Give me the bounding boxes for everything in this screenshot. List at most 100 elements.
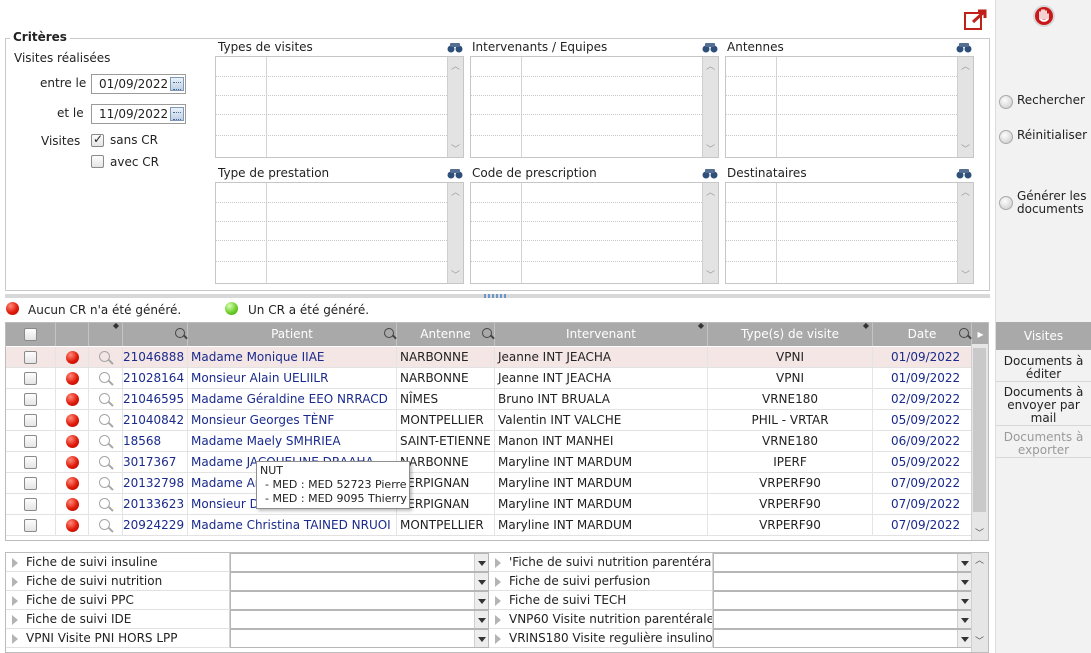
magnifier-icon[interactable] — [99, 351, 110, 362]
table-row[interactable]: 20132798Madame Anne PILLINIPERPIGNANMary… — [6, 473, 972, 494]
tab-documents-mail[interactable]: Documents à envoyer par mail — [996, 386, 1091, 426]
magnifier-icon[interactable] — [99, 477, 110, 488]
document-label[interactable]: Fiche de suivi TECH — [489, 591, 713, 610]
scroll-down-icon[interactable]: ﹀ — [975, 526, 984, 539]
row-checkbox[interactable] — [24, 351, 37, 364]
table-row[interactable]: 21040842 Monsieur Georges TÈNF MONTPELLIER… — [6, 410, 972, 431]
rechercher-button[interactable]: Rechercher — [1017, 94, 1085, 107]
date-header[interactable]: Date — [873, 323, 972, 346]
magnifier-icon[interactable] — [99, 456, 110, 467]
magnifier-icon[interactable] — [99, 435, 110, 446]
chevron-down-icon[interactable] — [474, 611, 488, 628]
expand-arrow-icon[interactable] — [12, 558, 18, 568]
chevron-down-icon[interactable] — [474, 592, 488, 609]
calendar-icon[interactable] — [170, 107, 184, 121]
magnifier-icon[interactable] — [99, 414, 110, 425]
row-checkbox[interactable] — [24, 414, 37, 427]
document-label[interactable]: Fiche de suivi PPC — [6, 591, 230, 610]
search-icon[interactable] — [959, 328, 969, 338]
table-row[interactable]: 20924229 Madame Christina TAINED NRUOI MON… — [6, 515, 972, 536]
id-header[interactable] — [123, 323, 188, 346]
binoculars-icon[interactable] — [701, 167, 719, 179]
expand-arrow-icon[interactable] — [495, 634, 501, 644]
expand-arrow-icon[interactable] — [495, 558, 501, 568]
patient-name[interactable]: Monsieur Alain UELIILR — [188, 368, 397, 389]
generer-button[interactable]: Générer les documents — [1017, 190, 1086, 216]
patient-header[interactable]: Patient — [188, 323, 397, 346]
row-checkbox[interactable] — [24, 498, 37, 511]
document-model-select[interactable] — [713, 629, 972, 648]
binoculars-icon[interactable] — [955, 41, 973, 53]
patient-id[interactable]: 21046888 — [123, 347, 188, 368]
document-model-select[interactable] — [713, 572, 972, 591]
patient-name[interactable]: Madame Maely SMHRIEA — [188, 431, 397, 452]
avec-cr-checkbox[interactable] — [91, 155, 104, 168]
antenne-header[interactable]: Antenne — [397, 323, 495, 346]
document-label[interactable]: Fiche de suivi nutrition — [6, 572, 230, 591]
document-model-select[interactable] — [230, 610, 489, 629]
rechercher-icon[interactable] — [999, 95, 1013, 109]
document-model-select[interactable] — [230, 591, 489, 610]
document-label[interactable]: VNP60 Visite nutrition parentérale — [489, 610, 713, 629]
reinitialiser-icon[interactable] — [999, 130, 1013, 144]
chevron-down-icon[interactable] — [957, 630, 971, 647]
patient-id[interactable]: 20924229 — [123, 515, 188, 536]
patient-id[interactable]: 20133623 — [123, 494, 188, 515]
binoculars-icon[interactable] — [955, 167, 973, 179]
expand-arrow-icon[interactable] — [12, 596, 18, 606]
patient-id[interactable]: 18568 — [123, 431, 188, 452]
document-label[interactable]: VPNI Visite PNI HORS LPP — [6, 629, 230, 648]
expand-arrow-icon[interactable] — [495, 596, 501, 606]
document-model-select[interactable] — [713, 553, 972, 572]
chevron-down-icon[interactable] — [474, 554, 488, 571]
stop-hand-icon[interactable] — [1032, 4, 1056, 28]
grid-scrollbar-thumb[interactable] — [973, 348, 986, 512]
sans-cr-checkbox[interactable] — [91, 132, 104, 147]
chevron-down-icon[interactable] — [957, 611, 971, 628]
chevron-down-icon[interactable] — [957, 554, 971, 571]
chevron-down-icon[interactable] — [474, 630, 488, 647]
patient-id[interactable]: 21028164 — [123, 368, 188, 389]
calendar-icon[interactable] — [170, 77, 184, 91]
patient-name[interactable]: Monsieur Georges TÈNF — [188, 410, 397, 431]
tab-documents-editer[interactable]: Documents à éditer — [996, 355, 1091, 382]
binoculars-icon[interactable] — [701, 41, 719, 53]
binoculars-icon[interactable] — [446, 167, 464, 179]
expand-arrow-icon[interactable] — [12, 615, 18, 625]
select-all-checkbox[interactable] — [24, 328, 37, 341]
row-checkbox[interactable] — [24, 372, 37, 385]
table-row[interactable]: 21046595 Madame Géraldine EEO NRRACD NÎMES… — [6, 389, 972, 410]
row-checkbox[interactable] — [24, 435, 37, 448]
patient-name[interactable]: Madame Monique IIAE — [188, 347, 397, 368]
patient-name[interactable]: Madame Géraldine EEO NRRACD — [188, 389, 397, 410]
document-label[interactable]: VRINS180 Visite regulière insulinothérap… — [489, 629, 713, 648]
reinitialiser-button[interactable]: Réinitialiser — [1017, 129, 1087, 142]
row-checkbox[interactable] — [24, 519, 37, 532]
chevron-down-icon[interactable] — [474, 573, 488, 590]
tab-documents-exporter[interactable]: Documents à exporter — [996, 431, 1091, 458]
binoculars-icon[interactable] — [446, 41, 464, 53]
row-checkbox[interactable] — [24, 456, 37, 469]
search-icon[interactable] — [482, 328, 492, 338]
expand-arrow-icon[interactable] — [495, 577, 501, 587]
table-row[interactable]: 20133623Monsieur Daniel ROLANDPERPIGNANM… — [6, 494, 972, 515]
intervenant-header[interactable]: Intervenant ◆ — [495, 323, 708, 346]
types-header[interactable]: Type(s) de visite ◆ — [708, 323, 873, 346]
column-menu-header[interactable]: ▸ — [972, 323, 988, 346]
row-checkbox[interactable] — [24, 393, 37, 406]
expand-arrow-icon[interactable] — [12, 577, 18, 587]
antennes-list[interactable]: ︿ ﹀ — [725, 56, 974, 158]
type-prestation-list[interactable]: ︿ ﹀ — [215, 182, 464, 284]
document-label[interactable]: Fiche de suivi perfusion — [489, 572, 713, 591]
patient-id[interactable]: 3017367 — [123, 452, 188, 473]
patient-id[interactable]: 21046595 — [123, 389, 188, 410]
magnifier-icon[interactable] — [99, 519, 110, 530]
patient-id[interactable]: 21040842 — [123, 410, 188, 431]
document-model-select[interactable] — [230, 572, 489, 591]
scroll-down-icon[interactable]: ﹀ — [975, 634, 984, 647]
table-row[interactable]: 21046888 Madame Monique IIAE NARBONNE Jeann… — [6, 347, 972, 368]
document-label[interactable]: Fiche de suivi insuline — [6, 553, 230, 572]
document-model-select[interactable] — [230, 553, 489, 572]
splitter-grip[interactable] — [484, 294, 506, 298]
types-visites-list[interactable]: ︿ ﹀ — [215, 56, 464, 158]
